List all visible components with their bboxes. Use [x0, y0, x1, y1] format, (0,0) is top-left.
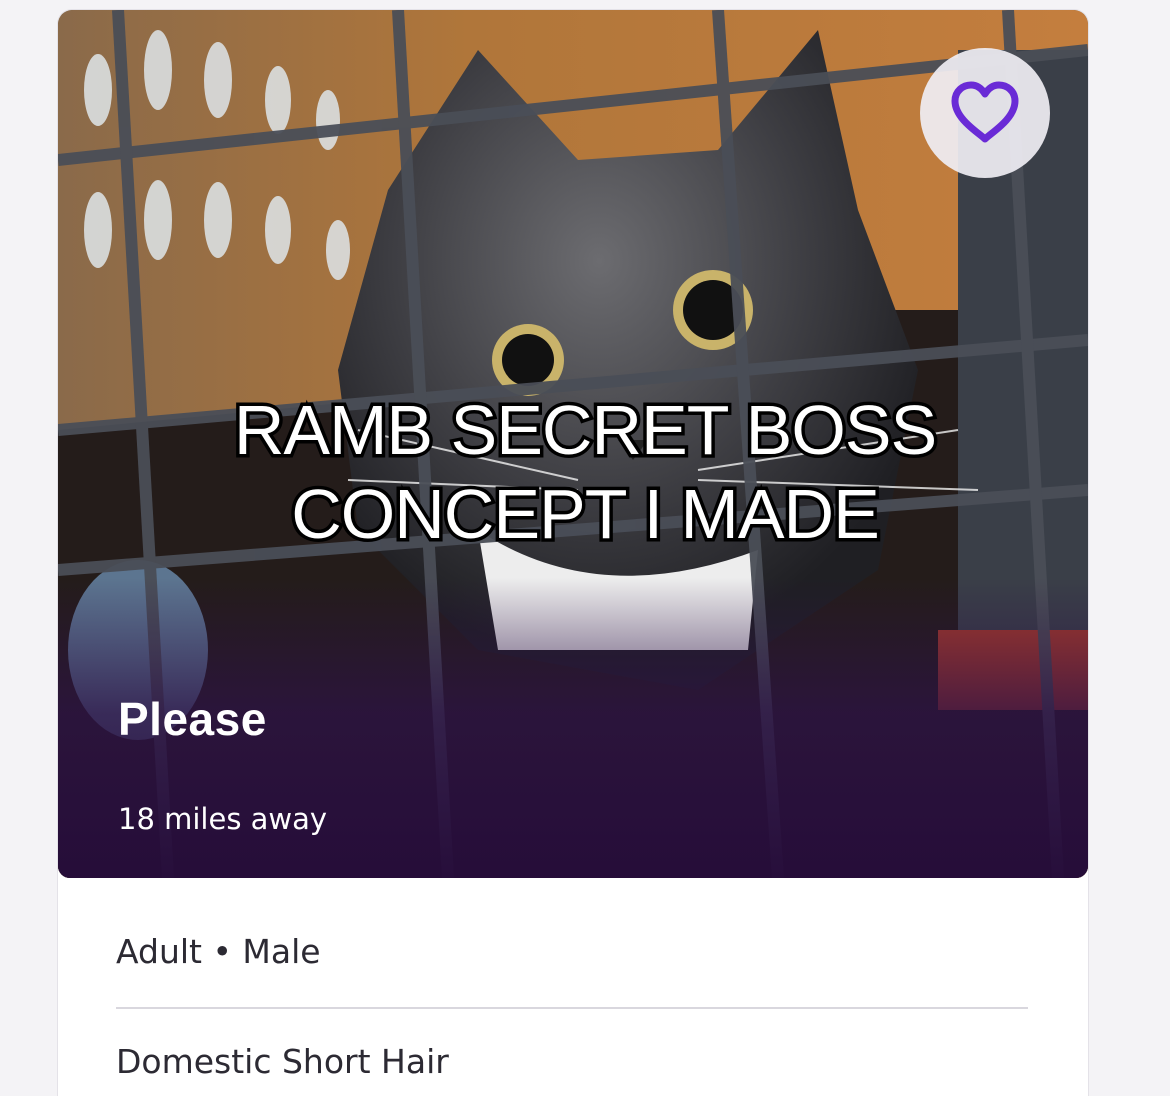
- heart-outline-icon: [951, 81, 1019, 143]
- pet-distance: 18 miles away: [118, 802, 328, 836]
- overlay-caption-line-2: CONCEPT I MADE: [288, 472, 884, 557]
- pet-breed: Domestic Short Hair: [116, 1042, 449, 1081]
- pet-age-gender: Adult • Male: [116, 932, 321, 971]
- pet-name: Please: [118, 693, 267, 745]
- divider: [116, 1007, 1028, 1009]
- favorite-button[interactable]: [920, 48, 1050, 178]
- page: Please 18 miles away Adult • Male Domest…: [0, 0, 1170, 1096]
- overlay-caption: RAMB SECRET BOSS CONCEPT I MADE: [0, 388, 1170, 557]
- overlay-caption-line-1: RAMB SECRET BOSS: [230, 388, 940, 473]
